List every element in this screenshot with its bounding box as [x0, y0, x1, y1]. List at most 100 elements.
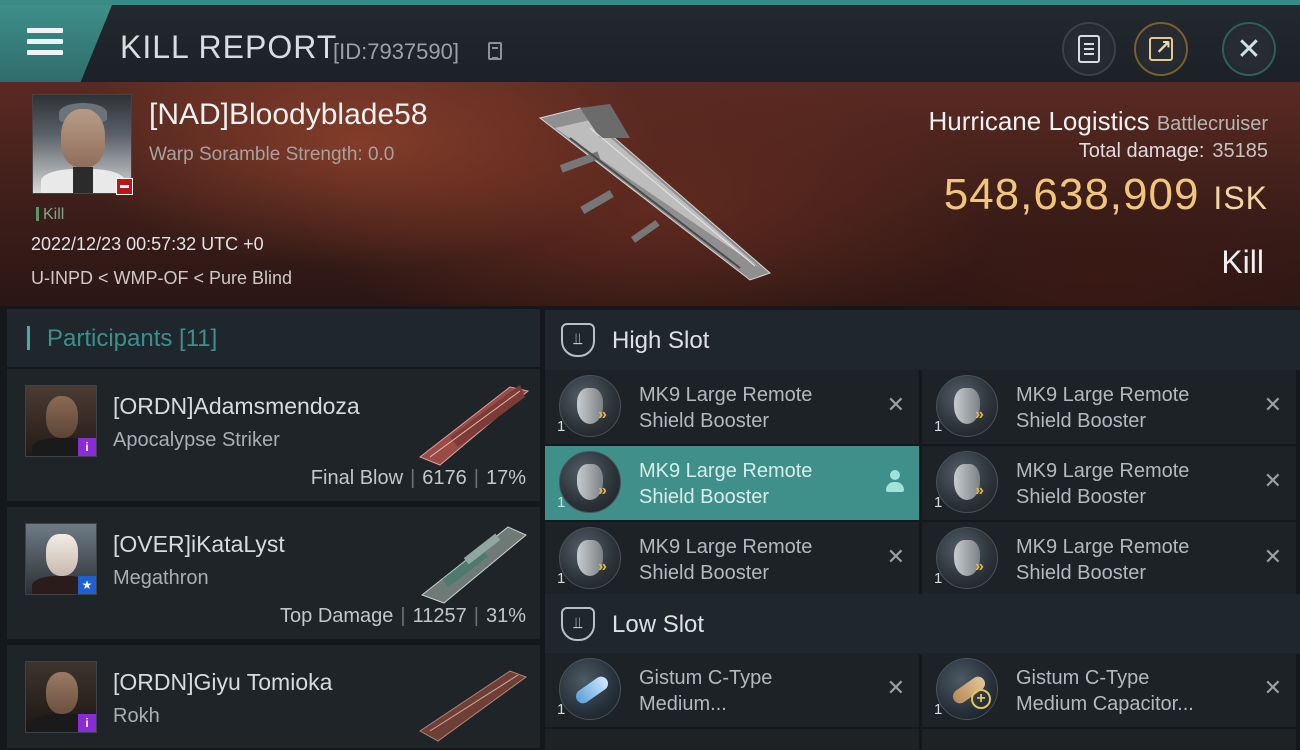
isk-unit: ISK [1213, 180, 1268, 216]
destroyed-icon: ✕ [1263, 544, 1282, 569]
menu-button[interactable] [0, 5, 112, 82]
module-item[interactable] [922, 729, 1296, 750]
kill-location: U-INPD < WMP-OF < Pure Blind [31, 268, 293, 288]
module-item[interactable]: » 1 MK9 Large Remote Shield Booster ✕ [545, 370, 919, 444]
shield-booster-icon: » [936, 527, 998, 589]
module-quantity: 1 [934, 418, 943, 435]
module-name: MK9 Large Remote Shield Booster [1016, 384, 1190, 432]
participant-role: Final Blow [310, 467, 404, 489]
participant-card[interactable]: i [ORDN]Giyu Tomioka Rokh [7, 645, 540, 750]
kill-datetime: 2022/12/23 00:57:32 UTC +0 [31, 234, 264, 254]
ship-class: Battlecruiser [1156, 113, 1268, 135]
module-item[interactable]: » 1 MK9 Large Remote Shield Booster ✕ [922, 446, 1296, 520]
avatar: ★ [25, 523, 97, 595]
module-name: MK9 Large Remote Shield Booster [639, 384, 813, 432]
participant-ship: Megathron [113, 567, 209, 589]
star-badge-icon: ★ [78, 576, 96, 594]
capacitor-module-icon [559, 658, 621, 720]
destroyed-icon: ✕ [1263, 468, 1282, 493]
close-button[interactable]: ✕ [1222, 22, 1276, 76]
participant-card[interactable]: i [ORDN]Adamsmendoza Apocalypse Striker … [7, 369, 540, 503]
module-name: MK9 Large Remote Shield Booster [639, 536, 813, 584]
module-quantity: 1 [557, 570, 566, 587]
victim-ship-image [538, 104, 771, 281]
module-item[interactable]: » 1 MK9 Large Remote Shield Booster ✕ [922, 522, 1296, 596]
share-button[interactable] [1134, 22, 1188, 76]
participant-name: [ORDN]Adamsmendoza [113, 393, 360, 419]
participant-name: [OVER]iKataLyst [113, 531, 285, 557]
high-slot-header: ⫫ High Slot [545, 310, 1300, 370]
isk-value: 548,638,909 ISK [944, 170, 1268, 220]
victim-ship-name: Hurricane Logistics Battlecruiser [929, 106, 1268, 137]
module-name: Gistum C-Type Medium Capacitor... [1016, 667, 1194, 715]
top-bar: KILL REPORT [ID:7937590] ✕ [0, 0, 1300, 82]
kill-tag: Kill [36, 206, 64, 224]
module-item[interactable]: » 1 MK9 Large Remote Shield Booster ✕ [545, 522, 919, 596]
participant-role: Top Damage [280, 605, 394, 627]
copy-id-icon[interactable] [488, 42, 502, 60]
participant-ship-image [419, 670, 528, 742]
module-name: Gistum C-Type Medium... [639, 667, 773, 715]
module-item[interactable]: + 1 Gistum C-Type Medium Capacitor... ✕ [922, 653, 1296, 727]
participant-ship: Apocalypse Striker [113, 429, 280, 451]
low-slot-header: ⫫ Low Slot [545, 594, 1300, 654]
total-damage-value: 35185 [1212, 140, 1268, 162]
dropped-person-icon [885, 470, 905, 494]
destroyed-icon: ✕ [1263, 392, 1282, 417]
participant-stats: Top Damage | 11257 | 31% [280, 605, 526, 627]
module-quantity: 1 [934, 570, 943, 587]
module-name: MK9 Large Remote Shield Booster [1016, 460, 1190, 508]
total-damage: Total damage: 35185 [1079, 140, 1268, 163]
victim-banner: [NAD]Bloodyblade58 Warp Soramble Strengt… [0, 82, 1300, 306]
avatar: i [25, 661, 97, 733]
module-quantity: 1 [557, 494, 566, 511]
victim-name[interactable]: [NAD]Bloodyblade58 [149, 98, 428, 132]
module-quantity: 1 [557, 701, 566, 718]
module-item[interactable]: » 1 MK9 Large Remote Shield Booster [545, 446, 919, 520]
module-item[interactable] [545, 729, 919, 750]
destroyed-icon: ✕ [886, 675, 905, 700]
shield-booster-icon: » [559, 527, 621, 589]
participant-percent: 17% [485, 467, 526, 489]
clipboard-icon [1078, 35, 1100, 63]
isk-amount: 548,638,909 [943, 170, 1200, 219]
page-title: KILL REPORT [120, 29, 338, 65]
high-slot-label: High Slot [612, 327, 710, 354]
shield-booster-icon: » [559, 375, 621, 437]
participant-damage: 11257 [412, 605, 467, 627]
module-quantity: 1 [934, 701, 943, 718]
participant-ship-image [420, 526, 527, 604]
module-item[interactable]: 1 Gistum C-Type Medium... ✕ [545, 653, 919, 727]
participant-name: [ORDN]Giyu Tomioka [113, 669, 333, 695]
warp-scramble-strength: Warp Soramble Strength: 0.0 [149, 144, 395, 165]
share-icon [1149, 35, 1173, 61]
report-id: [ID:7937590] [333, 39, 459, 64]
module-name: MK9 Large Remote Shield Booster [1016, 536, 1190, 584]
avatar: i [25, 385, 97, 457]
shield-booster-icon: » [936, 451, 998, 513]
high-slot-icon: ⫫ [561, 323, 595, 357]
result-label: Kill [1221, 244, 1264, 280]
destroyed-icon: ✕ [886, 544, 905, 569]
info-badge-icon: i [78, 438, 96, 456]
capacitor-module-icon: + [936, 658, 998, 720]
total-damage-label: Total damage: [1078, 140, 1205, 162]
participant-ship: Rokh [113, 705, 160, 727]
module-item[interactable]: » 1 MK9 Large Remote Shield Booster ✕ [922, 370, 1296, 444]
participant-ship-image [419, 385, 530, 466]
close-icon: ✕ [1236, 32, 1262, 66]
destroyed-icon: ✕ [1263, 675, 1282, 700]
module-quantity: 1 [934, 494, 943, 511]
menu-icon [27, 28, 63, 61]
ship-type: Hurricane Logistics [928, 106, 1150, 136]
participant-stats: Final Blow | 6176 | 17% [310, 467, 526, 489]
hostile-status-icon [116, 178, 133, 195]
low-slot-icon: ⫫ [561, 607, 595, 641]
participant-card[interactable]: ★ [OVER]iKataLyst Megathron Top Damage | 1… [7, 507, 540, 641]
clipboard-button[interactable] [1062, 22, 1116, 76]
shield-booster-icon: » [559, 451, 621, 513]
low-slot-label: Low Slot [612, 611, 705, 638]
participants-header[interactable]: Participants [11] [7, 309, 540, 367]
shield-booster-icon: » [936, 375, 998, 437]
participants-label: Participants [11] [47, 325, 218, 352]
